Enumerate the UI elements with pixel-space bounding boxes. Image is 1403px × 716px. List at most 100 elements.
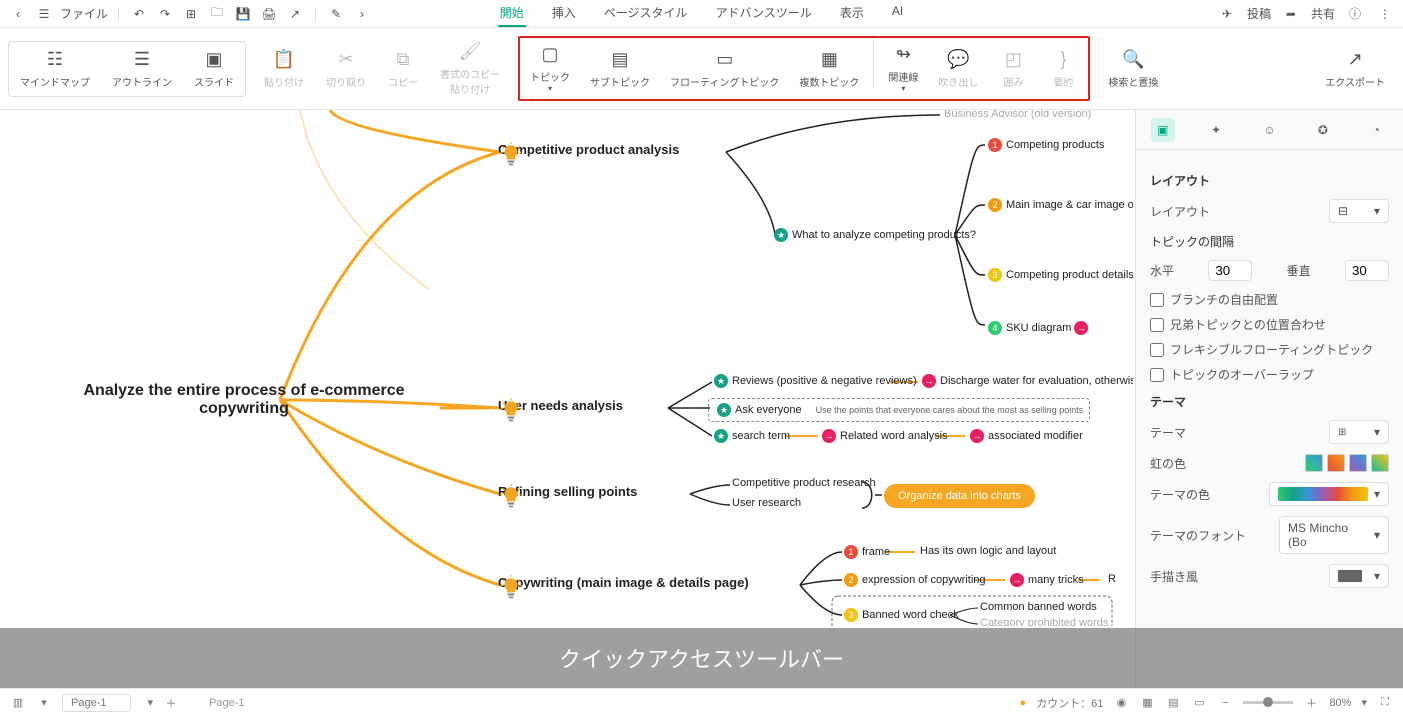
theme-select[interactable]: ⊞▾ — [1329, 420, 1389, 444]
sb-view3-icon[interactable]: ▤ — [1165, 695, 1181, 711]
check-flex-float[interactable]: フレキシブルフローティングトピック — [1150, 341, 1389, 358]
layout-select[interactable]: ⊟▾ — [1329, 199, 1389, 223]
zoom-out-icon[interactable]: − — [1217, 695, 1233, 711]
node-banned[interactable]: 3Banned word check — [844, 608, 959, 622]
node-bizadvisor[interactable]: Business Advisor (old version) — [944, 110, 1091, 120]
node-organize[interactable]: Organize data into charts — [884, 484, 1035, 508]
file-menu[interactable]: ファイル — [60, 5, 108, 22]
node-user-needs[interactable]: User needs analysis — [498, 398, 623, 413]
check-free-branch[interactable]: ブランチの自由配置 — [1150, 291, 1389, 308]
node-cp2[interactable]: 2Main image & car image of — [988, 198, 1133, 212]
node-ask[interactable]: ★Ask everyone Use the points that everyo… — [708, 398, 1090, 422]
node-cp1[interactable]: 1Competing products — [988, 138, 1104, 152]
share-icon[interactable]: ➦ — [1281, 4, 1301, 24]
topic-button[interactable]: ▢トピック▾ — [520, 38, 580, 99]
node-expr-r2[interactable]: R — [1108, 573, 1116, 585]
more-qat-icon[interactable]: › — [352, 4, 372, 24]
edit-icon[interactable]: ✎ — [326, 4, 346, 24]
zoom-in-icon[interactable]: ＋ — [1303, 695, 1319, 711]
rainbow-sw-3[interactable] — [1349, 454, 1367, 472]
node-reviews-r[interactable]: →Discharge water for evaluation, otherwi… — [922, 374, 1133, 388]
node-competitive[interactable]: Competitive product analysis — [498, 142, 679, 157]
subtopic-button[interactable]: ▤サブトピック — [580, 38, 660, 99]
horiz-input[interactable] — [1208, 260, 1252, 281]
kebab-icon[interactable]: ⋮ — [1375, 4, 1395, 24]
fullscreen-icon[interactable]: ⛶ — [1377, 695, 1393, 711]
panel-collapse-icon[interactable]: › — [1135, 118, 1136, 144]
share-button[interactable]: 共有 — [1311, 5, 1335, 22]
tab-ai[interactable]: AI — [890, 0, 905, 27]
view-mindmap[interactable]: ☷マインドマップ — [9, 42, 101, 96]
node-frame-r[interactable]: Has its own logic and layout — [920, 545, 1056, 557]
find-replace-button[interactable]: 🔍検索と置換 — [1098, 43, 1168, 95]
tab-insert[interactable]: 挿入 — [550, 0, 578, 27]
page-tab[interactable]: Page-1 — [62, 694, 131, 712]
rainbow-sw-1[interactable] — [1305, 454, 1323, 472]
view-outline[interactable]: ☰アウトライン — [101, 42, 183, 96]
relation-button[interactable]: ↬関連線▾ — [878, 38, 928, 99]
node-search[interactable]: ★search term — [714, 429, 790, 443]
tab-start[interactable]: 開始 — [498, 0, 526, 27]
menu-icon[interactable]: ☰ — [34, 4, 54, 24]
node-banned-r2[interactable]: Category prohibited words — [980, 617, 1108, 626]
open-icon[interactable]: 🗀 — [207, 4, 227, 24]
node-refine[interactable]: Refining selling points — [498, 484, 637, 499]
floating-button[interactable]: ▭フローティングトピック — [660, 38, 789, 99]
info-icon[interactable]: ⓘ — [1345, 4, 1365, 24]
node-expr[interactable]: 2expression of copywriting — [844, 573, 986, 587]
node-frame[interactable]: 1frame — [844, 545, 890, 559]
node-ur[interactable]: User research — [732, 497, 801, 509]
tab-advanced[interactable]: アドバンスツール — [714, 0, 814, 27]
node-analyze-q[interactable]: ★What to analyze competing products? — [774, 228, 976, 242]
sb-outline-icon[interactable]: ▥ — [10, 695, 26, 711]
tab-pagestyle[interactable]: ページスタイル — [602, 0, 690, 27]
node-search-r1[interactable]: →Related word analysis — [822, 429, 948, 443]
mindmap-canvas[interactable]: Analyze the entire process of e-commerce… — [0, 110, 1133, 626]
back-icon[interactable]: ‹ — [8, 4, 28, 24]
center-topic[interactable]: Analyze the entire process of e-commerce… — [64, 382, 424, 418]
rainbow-sw-4[interactable] — [1371, 454, 1389, 472]
multi-button[interactable]: ▦複数トピック — [789, 38, 869, 99]
check-sibling-align[interactable]: 兄弟トピックとの位置合わせ — [1150, 316, 1389, 333]
panel-tab-style[interactable]: ✦ — [1204, 118, 1228, 142]
undo-icon[interactable]: ↶ — [129, 4, 149, 24]
sb-view2-icon[interactable]: ▦ — [1139, 695, 1155, 711]
paste-button[interactable]: 📋貼り付け — [254, 35, 314, 102]
sb-view4-icon[interactable]: ▭ — [1191, 695, 1207, 711]
panel-tab-tag[interactable]: ✪ — [1311, 118, 1335, 142]
boundary-button[interactable]: ◰囲み — [988, 38, 1038, 99]
cut-button[interactable]: ✂切り取り — [316, 35, 376, 102]
node-reviews[interactable]: ★Reviews (positive & negative reviews) — [714, 374, 917, 388]
callout-button[interactable]: 💬吹き出し — [928, 38, 988, 99]
new-icon[interactable]: ⊞ — [181, 4, 201, 24]
save-icon[interactable]: 💾 — [233, 4, 253, 24]
sb-dropdown-icon[interactable]: ▾ — [36, 695, 52, 711]
print-icon[interactable]: 🖨 — [259, 4, 279, 24]
theme-color-select[interactable]: ▾ — [1269, 482, 1389, 506]
node-cp4[interactable]: 4SKU diagram → — [988, 321, 1092, 335]
node-expr-r[interactable]: →many tricks — [1010, 573, 1084, 587]
handdrawn-select[interactable]: ▾ — [1329, 564, 1389, 588]
post-button[interactable]: 投稿 — [1247, 5, 1271, 22]
export-qat-icon[interactable]: ↗ — [285, 4, 305, 24]
panel-tab-icon[interactable]: ☺ — [1257, 118, 1281, 142]
redo-icon[interactable]: ↷ — [155, 4, 175, 24]
view-slide[interactable]: ▣スライド — [183, 42, 245, 96]
theme-font-select[interactable]: MS Mincho (Bo▾ — [1279, 516, 1389, 554]
panel-tab-more[interactable]: ◔ — [1364, 118, 1388, 142]
node-search-r2[interactable]: →associated modifier — [970, 429, 1083, 443]
add-page-icon[interactable]: ＋ — [163, 695, 179, 711]
send-icon[interactable]: ✈ — [1217, 4, 1237, 24]
copy-button[interactable]: ⧉コピー — [378, 35, 428, 102]
tab-view[interactable]: 表示 — [838, 0, 866, 27]
summary-button[interactable]: }要約 — [1038, 38, 1088, 99]
zoom-slider[interactable] — [1243, 701, 1293, 704]
export-button[interactable]: ↗エクスポート — [1315, 43, 1395, 95]
node-cp3[interactable]: 3Competing product details p — [988, 268, 1133, 282]
vert-input[interactable] — [1345, 260, 1389, 281]
panel-tab-layout[interactable]: ▣ — [1151, 118, 1175, 142]
rainbow-sw-2[interactable] — [1327, 454, 1345, 472]
node-copywriting[interactable]: Copywriting (main image & details page) — [498, 575, 749, 590]
format-paste-button[interactable]: 🖌書式のコピー貼り付け — [430, 35, 510, 102]
check-overlap[interactable]: トピックのオーバーラップ — [1150, 366, 1389, 383]
